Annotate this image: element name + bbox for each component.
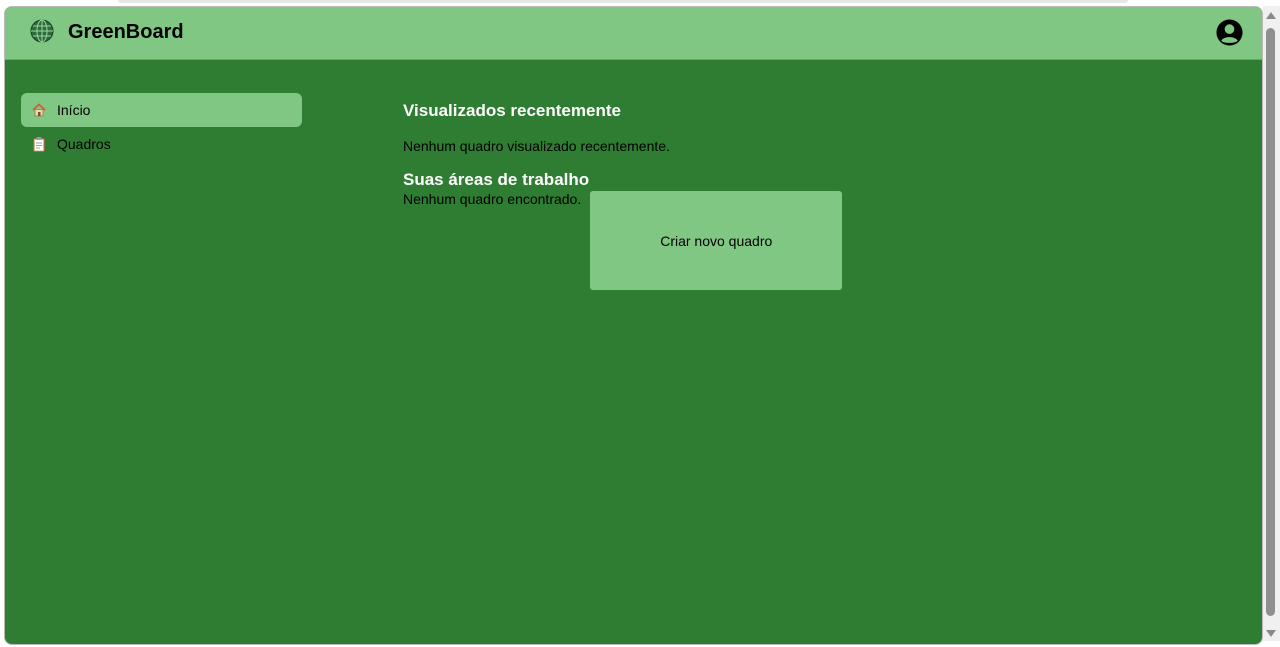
- sidebar-item-quadros[interactable]: Quadros: [21, 127, 302, 161]
- create-board-button[interactable]: Criar novo quadro: [590, 191, 843, 290]
- workspaces-row: Nenhum quadro encontrado. Criar novo qua…: [403, 191, 1203, 290]
- create-board-label: Criar novo quadro: [660, 232, 773, 249]
- top-header: GreenBoard: [5, 7, 1262, 60]
- workspaces-empty-message: Nenhum quadro encontrado.: [403, 191, 582, 207]
- scroll-up-arrow-icon[interactable]: [1266, 12, 1276, 19]
- vertical-scrollbar[interactable]: [1263, 6, 1280, 641]
- recent-empty-message: Nenhum quadro visualizado recentemente.: [403, 138, 670, 154]
- app-window: GreenBoard Início Quadros Visualizados r…: [4, 6, 1263, 645]
- main-content: Visualizados recentemente Nenhum quadro …: [403, 101, 1203, 290]
- browser-top-edge: [118, 0, 1128, 3]
- app-title: GreenBoard: [68, 21, 184, 43]
- user-circle-icon[interactable]: [1215, 18, 1244, 47]
- scroll-down-arrow-icon[interactable]: [1266, 630, 1276, 637]
- home-icon: [32, 103, 46, 117]
- globe-icon[interactable]: [30, 19, 54, 43]
- workspaces-section-title: Suas áreas de trabalho: [403, 170, 590, 189]
- clipboard-icon: [33, 137, 45, 152]
- sidebar-item-label: Quadros: [57, 136, 111, 152]
- sidebar-item-inicio[interactable]: Início: [21, 93, 302, 127]
- sidebar-item-label: Início: [57, 102, 91, 118]
- scroll-thumb[interactable]: [1266, 28, 1275, 616]
- recent-section-title: Visualizados recentemente: [403, 101, 621, 120]
- sidebar: Início Quadros: [21, 93, 302, 161]
